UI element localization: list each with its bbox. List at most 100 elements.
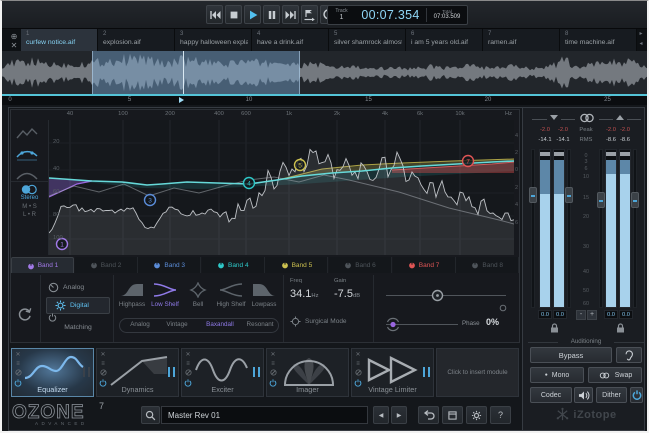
- eq-subtype-option[interactable]: Baxandall: [198, 321, 242, 328]
- transport-button[interactable]: [206, 5, 223, 24]
- module-menu-icon[interactable]: ≡: [101, 361, 105, 367]
- eq-mode-digital[interactable]: Digital: [46, 297, 110, 314]
- output-gain-rail[interactable]: [633, 149, 637, 308]
- track-tab[interactable]: 2 explosion.aif: [98, 29, 175, 51]
- module-close-icon[interactable]: ✕: [100, 352, 105, 358]
- output-gain-marker-icon[interactable]: [616, 115, 624, 120]
- smooth-view-icon[interactable]: [15, 166, 39, 182]
- module-tile[interactable]: ✕ ≡ Imager: [266, 348, 349, 397]
- module-tile[interactable]: ✕ ≡ Equalizer: [11, 348, 94, 397]
- codec-button[interactable]: Codec: [530, 387, 572, 403]
- mono-button[interactable]: ● Mono: [530, 367, 584, 383]
- phase-slider-knob[interactable]: [385, 317, 401, 332]
- module-pause-icon[interactable]: [83, 367, 90, 377]
- input-lock-icon[interactable]: [550, 323, 559, 333]
- gain-readout[interactable]: Gain -7.5dB: [334, 278, 360, 302]
- meter-zoom-in-button[interactable]: +: [587, 310, 597, 320]
- dither-power-button[interactable]: [630, 387, 643, 403]
- eq-band-tab[interactable]: Band 2: [74, 257, 138, 273]
- history-window-button[interactable]: [442, 406, 463, 424]
- eq-shape-option[interactable]: Bell: [181, 282, 215, 308]
- track-tab[interactable]: 5 silver shamrock almost t...: [329, 29, 406, 51]
- preset-name-input[interactable]: [161, 406, 368, 424]
- module-menu-icon[interactable]: ≡: [16, 361, 20, 367]
- track-tab[interactable]: 1 curfew notice.aif: [21, 29, 98, 51]
- eq-band-marker[interactable]: 7: [461, 154, 475, 168]
- codec-audition-button[interactable]: [574, 387, 593, 403]
- eq-band-marker[interactable]: 4: [242, 176, 256, 190]
- surgical-mode-toggle[interactable]: Surgical Mode: [290, 316, 347, 327]
- module-menu-icon[interactable]: ≡: [186, 361, 190, 367]
- eq-subtype-option[interactable]: Vintage: [155, 321, 199, 328]
- input-gain-rail[interactable]: [567, 149, 571, 308]
- eq-plot-area[interactable]: 1 3 4 5 7: [49, 120, 514, 255]
- module-pause-icon[interactable]: [168, 367, 175, 377]
- playhead-marker-icon[interactable]: [179, 97, 184, 103]
- settings-button[interactable]: [466, 406, 487, 424]
- eq-shape-option[interactable]: Low Shelf: [148, 282, 182, 308]
- tabs-scroll-left-icon[interactable]: ◂: [637, 41, 645, 47]
- undo-button[interactable]: [418, 406, 439, 424]
- stereo-link-icon[interactable]: [578, 113, 596, 123]
- swap-button[interactable]: Swap: [588, 367, 642, 383]
- tabs-scroll-right-icon[interactable]: ▸: [637, 31, 645, 37]
- module-tile[interactable]: ✕ ≡ Dynamics: [96, 348, 179, 397]
- output-lock-icon[interactable]: [616, 323, 625, 333]
- module-pause-icon[interactable]: [253, 367, 260, 377]
- band-power-icon[interactable]: [90, 261, 98, 269]
- module-close-icon[interactable]: ✕: [270, 352, 275, 358]
- module-menu-icon[interactable]: ≡: [271, 361, 275, 367]
- reset-band-icon[interactable]: [17, 307, 32, 322]
- input-gain-handle[interactable]: [529, 187, 537, 203]
- eq-band-tab[interactable]: Band 6: [329, 257, 392, 273]
- module-close-icon[interactable]: ✕: [185, 352, 190, 358]
- input-gain-marker-icon[interactable]: [550, 115, 558, 120]
- track-tab[interactable]: 4 have a drink.aif: [252, 29, 329, 51]
- module-solo-icon[interactable]: [269, 369, 277, 376]
- module-solo-icon[interactable]: [14, 369, 22, 376]
- preset-prev-button[interactable]: ◀: [373, 406, 389, 424]
- transport-button[interactable]: [244, 5, 261, 24]
- help-button[interactable]: ?: [490, 406, 511, 424]
- band-power-icon[interactable]: [471, 261, 479, 269]
- eq-band-marker[interactable]: 5: [293, 158, 307, 172]
- audition-ear-button[interactable]: [616, 347, 642, 363]
- meter-zoom-out-button[interactable]: -: [576, 310, 586, 320]
- transport-button[interactable]: [225, 5, 242, 24]
- transport-button[interactable]: [301, 5, 318, 24]
- eq-shape-option[interactable]: Highpass: [115, 282, 149, 308]
- module-tile[interactable]: ✕ ≡ Exciter: [181, 348, 264, 397]
- output-gain-handle[interactable]: [597, 192, 605, 208]
- module-close-icon[interactable]: ✕: [355, 352, 360, 358]
- input-gain-rail[interactable]: [531, 149, 535, 308]
- module-close-icon[interactable]: ✕: [15, 352, 20, 358]
- transport-button[interactable]: [282, 5, 299, 24]
- track-tab[interactable]: 8 time machine.aif: [560, 29, 637, 51]
- eq-band-tab[interactable]: Band 4: [201, 257, 265, 273]
- band-power-icon[interactable]: [408, 261, 416, 269]
- bypass-button[interactable]: Bypass: [530, 347, 612, 363]
- module-solo-icon[interactable]: [184, 369, 192, 376]
- stereo-mode-icon[interactable]: [17, 184, 41, 195]
- timeline-ruler[interactable]: [2, 96, 647, 105]
- track-tab[interactable]: 3 happy halloween explai...: [175, 29, 252, 51]
- eq-band-tab[interactable]: Band 3: [138, 257, 202, 273]
- eq-band-tab[interactable]: Band 5: [265, 257, 329, 273]
- module-tile[interactable]: ✕ ≡ Vintage Limiter: [351, 348, 434, 397]
- preset-search-button[interactable]: [141, 406, 160, 424]
- input-gain-handle[interactable]: [565, 187, 573, 203]
- eq-band-marker[interactable]: 3: [143, 193, 157, 207]
- view-mode-left-right[interactable]: L • R: [11, 212, 48, 218]
- eq-band-tab[interactable]: Band 8: [456, 257, 520, 273]
- view-mode-mid-side[interactable]: M • S: [11, 204, 48, 210]
- eq-band-tab[interactable]: Band 1: [11, 257, 74, 273]
- band-power-icon[interactable]: [153, 261, 161, 269]
- module-solo-icon[interactable]: [99, 369, 107, 376]
- eq-shape-option[interactable]: Lowpass: [247, 282, 281, 308]
- slider-link-dot[interactable]: [499, 304, 507, 312]
- view-mode-stereo[interactable]: Stereo: [11, 195, 48, 201]
- track-tab[interactable]: 6 i am 5 years old.aif: [406, 29, 483, 51]
- insert-module-slot[interactable]: Click to insert module: [436, 348, 519, 397]
- eq-band-tab[interactable]: Band 7: [392, 257, 456, 273]
- module-pause-icon[interactable]: [423, 367, 430, 377]
